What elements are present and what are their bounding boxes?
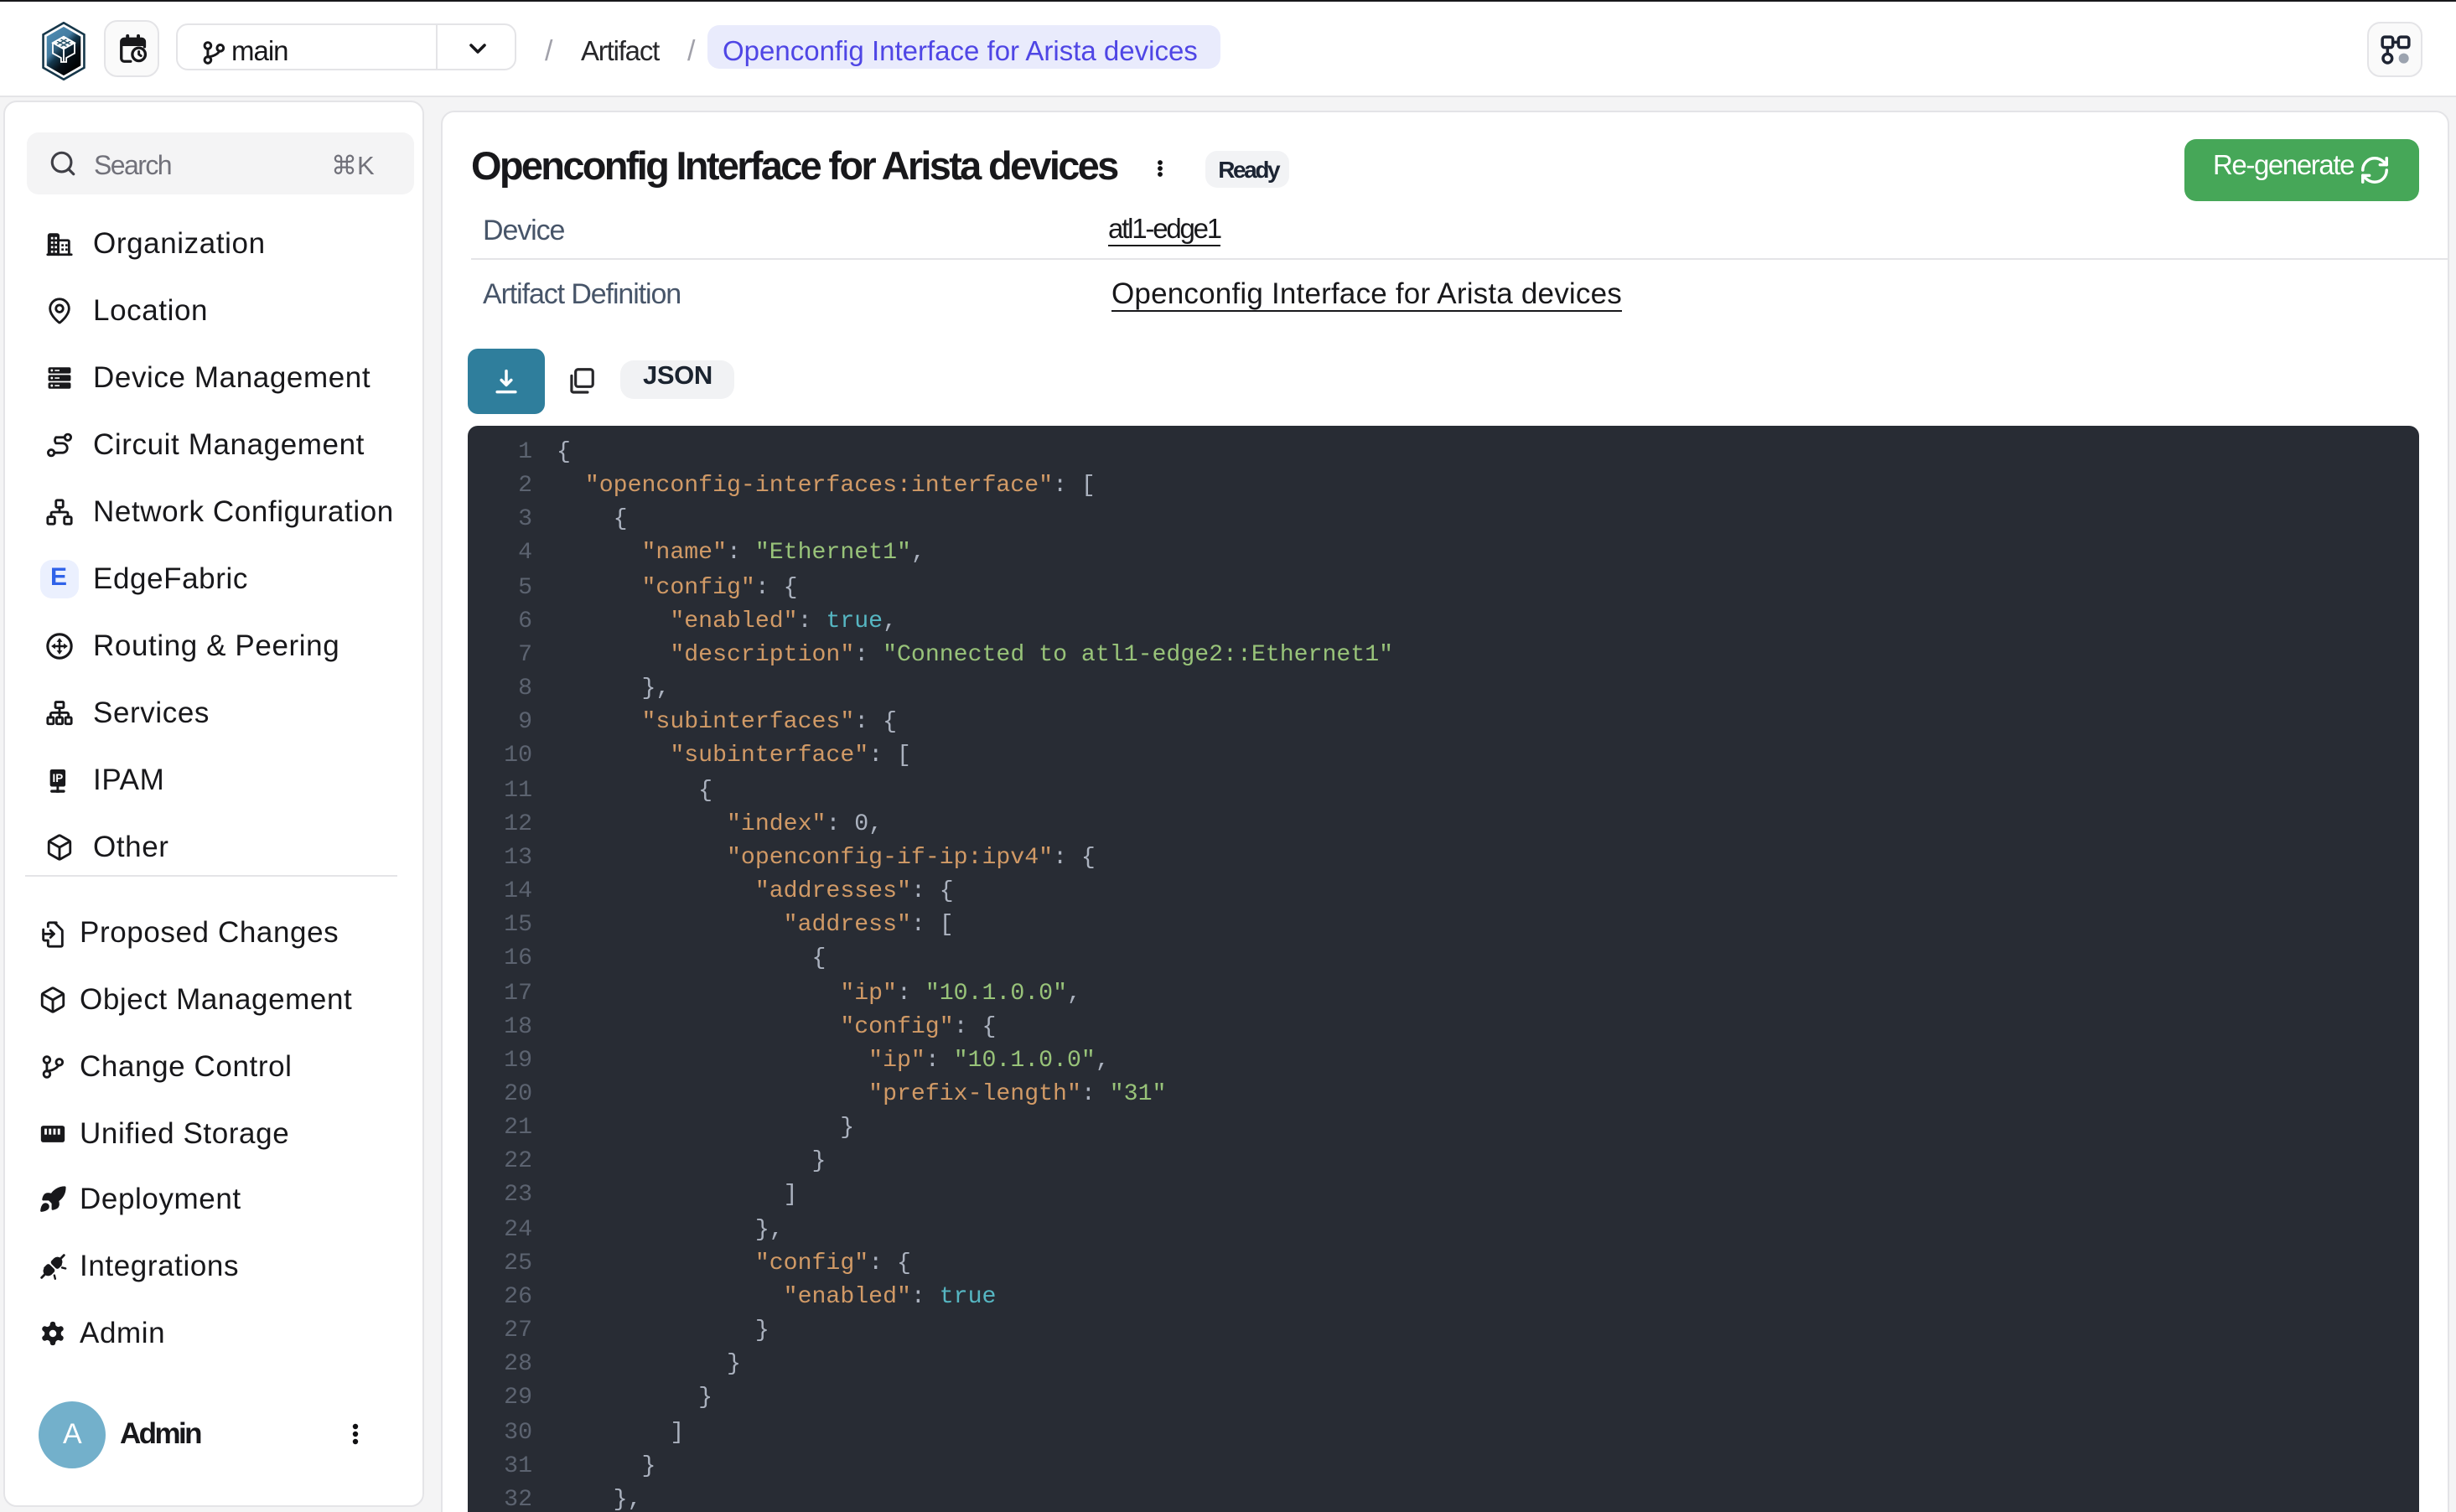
svg-text:IP: IP	[53, 772, 64, 784]
